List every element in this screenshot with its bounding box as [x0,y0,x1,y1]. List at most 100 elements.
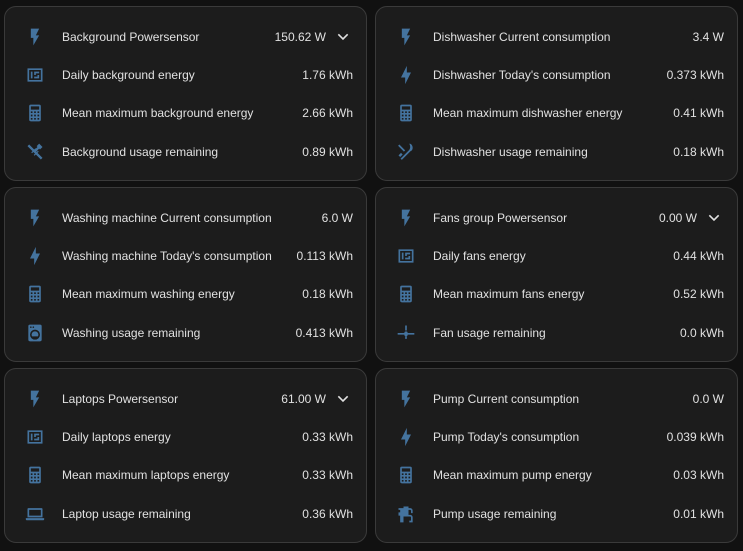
entity-label: Mean maximum background energy [62,106,254,120]
entity-value: 0.0 kWh [679,326,724,340]
entity-value: 0.33 kWh [302,468,353,482]
entity-label: Laptop usage remaining [62,507,191,521]
entity-label: Mean maximum dishwasher energy [433,106,623,120]
entity-row[interactable]: Fan usage remaining 0.0 kWh [376,314,737,352]
entity-label: Dishwasher Today's consumption [433,68,611,82]
lightning-bolt-icon [394,425,418,449]
ceiling-fan-icon [394,321,418,345]
entity-value: 6.0 W [321,211,353,225]
calculator-icon [394,101,418,125]
entity-row[interactable]: Dishwasher Current consumption 3.4 W [376,18,737,56]
meter-icon [23,425,47,449]
entities-card: Dishwasher Current consumption 3.4 W Dishw… [375,6,738,181]
entity-row[interactable]: Mean maximum background energy 2.66 kWh [5,94,366,132]
pump-icon [394,502,418,526]
chevron-down-icon[interactable] [334,390,352,408]
entity-label: Dishwasher usage remaining [433,145,588,159]
entity-label: Pump Current consumption [433,392,580,406]
calculator-icon [23,282,47,306]
flash-icon [394,206,418,230]
entity-row[interactable]: Daily laptops energy 0.33 kWh [5,418,366,456]
chevron-down-icon[interactable] [705,209,723,227]
entity-label: Washing machine Today's consumption [62,249,272,263]
entity-value: 0.373 kWh [666,68,724,82]
entity-label: Dishwasher Current consumption [433,30,611,44]
entity-value: 3.4 W [692,30,724,44]
entity-value: 0.36 kWh [302,507,353,521]
entity-row[interactable]: Pump usage remaining 0.01 kWh [376,495,737,533]
entity-row[interactable]: Fans group Powersensor 0.00 W [376,199,737,237]
entity-value: 0.00 W [658,211,697,225]
entity-value: 0.33 kWh [302,430,353,444]
flash-icon [23,387,47,411]
entity-row[interactable]: Pump Current consumption 0.0 W [376,380,737,418]
entity-row[interactable]: Mean maximum fans energy 0.52 kWh [376,275,737,313]
entity-value: 0.113 kWh [296,249,353,263]
entities-card: Fans group Powersensor 0.00 W Daily fans e… [375,187,738,362]
calculator-icon [23,463,47,487]
entity-label: Mean maximum washing energy [62,287,235,301]
entities-card: Pump Current consumption 0.0 W Pump Today'… [375,368,738,543]
entity-row[interactable]: Washing machine Current consumption 6.0 W [5,199,366,237]
entity-label: Mean maximum laptops energy [62,468,230,482]
entity-label: Daily background energy [62,68,195,82]
entity-label: Washing usage remaining [62,326,201,340]
entity-value: 0.18 kWh [302,287,353,301]
entity-row[interactable]: Dishwasher usage remaining 0.18 kWh [376,133,737,171]
lightning-bolt-icon [394,63,418,87]
entity-row[interactable]: Background usage remaining 0.89 kWh [5,133,366,171]
entity-label: Daily fans energy [433,249,526,263]
entity-value: 0.18 kWh [673,145,724,159]
flash-icon [394,25,418,49]
entities-card: Washing machine Current consumption 6.0 W… [4,187,367,362]
entity-value: 0.0 W [692,392,724,406]
entity-row[interactable]: Washing usage remaining 0.413 kWh [5,314,366,352]
entity-row[interactable]: Mean maximum dishwasher energy 0.41 kWh [376,94,737,132]
flash-icon [23,25,47,49]
silverware-clean-icon [394,140,418,164]
entity-row[interactable]: Mean maximum laptops energy 0.33 kWh [5,456,366,494]
entity-row[interactable]: Daily background energy 1.76 kWh [5,56,366,94]
entity-label: Daily laptops energy [62,430,171,444]
entity-row[interactable]: Mean maximum pump energy 0.03 kWh [376,456,737,494]
entity-row[interactable]: Mean maximum washing energy 0.18 kWh [5,275,366,313]
entity-label: Background usage remaining [62,145,219,159]
meter-icon [394,244,418,268]
laptop-icon [23,502,47,526]
meter-icon [23,63,47,87]
entity-value: 0.03 kWh [673,468,724,482]
entity-value: 0.44 kWh [673,249,724,263]
entity-row[interactable]: Washing machine Today's consumption 0.113… [5,237,366,275]
entity-label: Laptops Powersensor [62,392,179,406]
entity-label: Pump usage remaining [433,507,557,521]
entity-label: Fans group Powersensor [433,211,568,225]
entity-label: Mean maximum pump energy [433,468,592,482]
chevron-down-icon[interactable] [334,28,352,46]
entity-value: 0.039 kWh [666,430,724,444]
entity-value: 0.413 kWh [295,326,353,340]
entity-label: Washing machine Current consumption [62,211,272,225]
entity-row[interactable]: Laptops Powersensor 61.00 W [5,380,366,418]
entity-row[interactable]: Laptop usage remaining 0.36 kWh [5,495,366,533]
flash-icon [23,206,47,230]
entity-row[interactable]: Pump Today's consumption 0.039 kWh [376,418,737,456]
entity-value: 150.62 W [274,30,326,44]
entity-row[interactable]: Daily fans energy 0.44 kWh [376,237,737,275]
calculator-icon [23,101,47,125]
entities-card: Background Powersensor 150.62 W Daily back… [4,6,367,181]
entity-value: 0.52 kWh [673,287,724,301]
entity-row[interactable]: Dishwasher Today's consumption 0.373 kWh [376,56,737,94]
flash-icon [394,387,418,411]
entity-row[interactable]: Background Powersensor 150.62 W [5,18,366,56]
calculator-icon [394,282,418,306]
calculator-icon [394,463,418,487]
entity-value: 0.41 kWh [673,106,724,120]
entity-value: 1.76 kWh [302,68,353,82]
entity-label: Pump Today's consumption [433,430,580,444]
tools-icon [23,140,47,164]
entity-label: Mean maximum fans energy [433,287,585,301]
entity-label: Background Powersensor [62,30,200,44]
entity-value: 0.01 kWh [673,507,724,521]
lightning-bolt-icon [23,244,47,268]
entities-card: Laptops Powersensor 61.00 W Daily laptops … [4,368,367,543]
